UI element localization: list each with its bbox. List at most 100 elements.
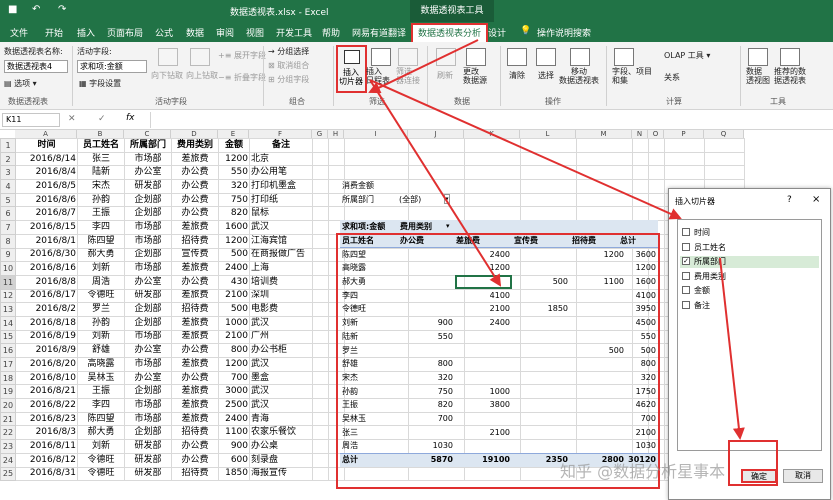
cell[interactable] — [664, 165, 705, 181]
expand-field-button[interactable]: +≡ 展开字段 — [218, 50, 266, 61]
column-header[interactable]: N — [632, 130, 648, 138]
cell[interactable] — [520, 425, 577, 441]
cell[interactable] — [408, 261, 465, 276]
cell[interactable]: 培训费 — [249, 274, 313, 290]
cell[interactable]: 招待费 — [171, 233, 219, 249]
recommended-pivot-icon[interactable] — [780, 48, 800, 66]
pivot-chart-icon[interactable] — [748, 48, 768, 66]
cell[interactable] — [520, 439, 577, 454]
cell[interactable]: 2016/8/1 — [15, 233, 78, 249]
table-header-cell[interactable]: 所属部门 — [124, 138, 172, 153]
cell[interactable]: 办公费 — [171, 274, 219, 290]
cell[interactable] — [344, 151, 409, 167]
cell[interactable]: 陆新 — [77, 165, 125, 181]
cell[interactable] — [464, 192, 521, 208]
insert-slicer-dialog[interactable]: 插入切片器 ? × 时间 员工姓名 ✓ 所属部门 费用类别 金额 备注 确定 取消 — [668, 188, 831, 500]
cell[interactable]: 吴林玉 — [77, 370, 125, 386]
cell[interactable]: 罗兰 — [77, 302, 125, 317]
row-header[interactable]: 20 — [0, 398, 16, 413]
cell[interactable] — [328, 151, 345, 167]
table-header-cell[interactable]: 费用类别 — [171, 138, 219, 153]
cell[interactable]: 招待费 — [171, 466, 219, 482]
row-header[interactable]: 17 — [0, 357, 16, 372]
table-header-cell[interactable]: 时间 — [15, 138, 78, 153]
column-header[interactable]: F — [249, 130, 312, 138]
cell[interactable]: 企划部 — [124, 247, 172, 263]
cell[interactable]: 宋杰 — [77, 179, 125, 194]
cell[interactable]: 企划部 — [124, 192, 172, 208]
cell[interactable]: 办公书柜 — [249, 343, 313, 358]
cell[interactable]: 2016/8/23 — [15, 411, 78, 427]
cell[interactable]: 研发部 — [124, 288, 172, 304]
cell[interactable]: 500 — [218, 247, 250, 263]
cell[interactable]: 2016/8/21 — [15, 384, 78, 400]
cancel-icon[interactable]: ✕ — [68, 114, 76, 124]
timeline-icon[interactable] — [371, 48, 391, 66]
cell[interactable] — [312, 329, 329, 345]
cell[interactable] — [704, 151, 745, 167]
cell[interactable] — [632, 138, 649, 153]
cell[interactable]: 电影费 — [249, 302, 313, 317]
cell[interactable] — [464, 411, 521, 427]
cell[interactable]: 1000 — [218, 315, 250, 331]
field-settings-button[interactable]: ▦ 字段设置 — [79, 78, 121, 89]
cell[interactable]: 2016/8/22 — [15, 398, 78, 413]
cell[interactable] — [464, 179, 521, 194]
table-header-cell[interactable]: 备注 — [249, 138, 313, 153]
cell[interactable] — [312, 165, 329, 181]
save-icon[interactable]: ■ — [8, 4, 17, 15]
cell[interactable]: 张三 — [77, 151, 125, 167]
formula-input[interactable] — [150, 112, 833, 128]
cell[interactable] — [648, 192, 665, 208]
cell[interactable]: 2016/8/17 — [15, 288, 78, 304]
cell[interactable]: 刻录盘 — [249, 452, 313, 468]
row-header[interactable]: 2 — [0, 151, 16, 167]
cell[interactable]: 2016/8/31 — [15, 466, 78, 482]
tab-home[interactable]: 开始 — [45, 26, 63, 39]
cell[interactable] — [312, 206, 329, 222]
cell[interactable]: 市场部 — [124, 233, 172, 249]
cell[interactable] — [312, 233, 329, 249]
cell[interactable] — [312, 384, 329, 400]
row-header[interactable]: 15 — [0, 329, 16, 345]
row-header[interactable]: 19 — [0, 384, 16, 400]
cell[interactable]: 差旅费 — [171, 398, 219, 413]
cell[interactable]: 差旅费 — [171, 151, 219, 167]
move-pivot-icon[interactable] — [570, 48, 590, 66]
cell[interactable] — [632, 165, 649, 181]
column-field-dropdown-icon[interactable]: ▾ — [446, 221, 450, 232]
insert-slicer-button[interactable]: 插入 切片器 — [336, 45, 367, 93]
cell[interactable]: 430 — [218, 274, 250, 290]
row-header[interactable]: 12 — [0, 288, 16, 304]
cell[interactable]: 差旅费 — [171, 261, 219, 276]
cell[interactable]: 打印机墨盒 — [249, 179, 313, 194]
cell[interactable]: 企划部 — [124, 315, 172, 331]
column-header[interactable]: I — [344, 130, 408, 138]
cell[interactable] — [344, 138, 409, 153]
cell[interactable]: 差旅费 — [171, 411, 219, 427]
column-header[interactable]: A — [15, 130, 77, 138]
cell[interactable] — [408, 206, 465, 222]
fields-items-icon[interactable] — [614, 48, 634, 66]
table-header-cell[interactable]: 员工姓名 — [77, 138, 125, 153]
cell[interactable]: 2400 — [218, 261, 250, 276]
group-field-button[interactable]: ⊞ 分组字段 — [268, 74, 309, 85]
row-header[interactable]: 3 — [0, 165, 16, 181]
filter-connections-icon[interactable] — [398, 48, 418, 66]
cell[interactable]: 1100 — [218, 425, 250, 441]
cell[interactable] — [408, 343, 465, 358]
tab-developer[interactable]: 开发工具 — [276, 26, 312, 39]
cell[interactable]: 2100 — [218, 329, 250, 345]
cell[interactable] — [312, 343, 329, 358]
cell[interactable] — [408, 179, 465, 194]
cell[interactable] — [408, 302, 465, 317]
cell[interactable]: 墨盒 — [249, 370, 313, 386]
cell[interactable]: 陈四望 — [77, 411, 125, 427]
row-header[interactable]: 13 — [0, 302, 16, 317]
cell[interactable] — [632, 192, 649, 208]
column-header[interactable]: D — [171, 130, 218, 138]
column-header[interactable]: P — [664, 130, 704, 138]
row-header[interactable]: 1 — [0, 138, 16, 153]
row-header[interactable]: 4 — [0, 179, 16, 194]
cell[interactable] — [328, 138, 345, 153]
